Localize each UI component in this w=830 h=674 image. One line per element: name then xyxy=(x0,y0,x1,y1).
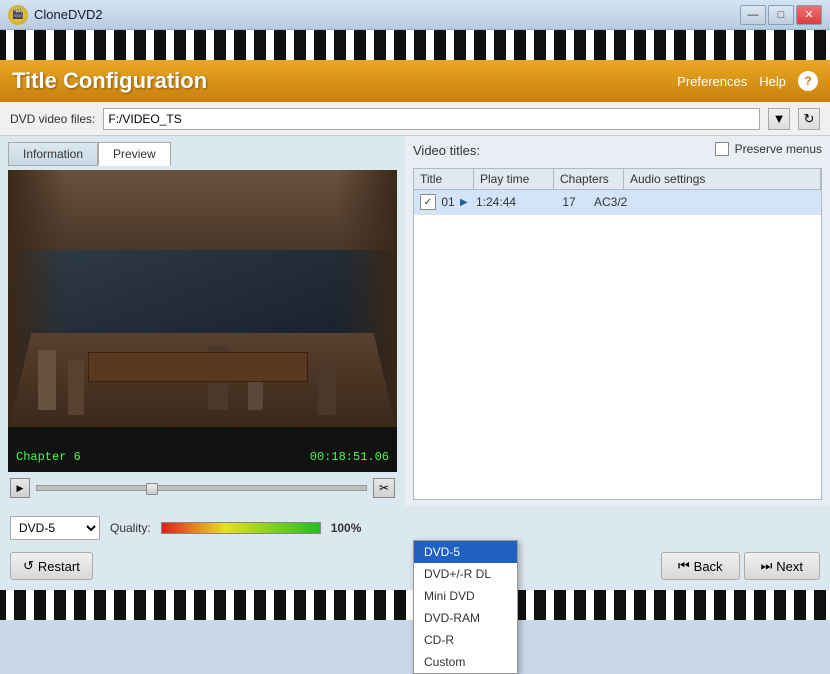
restart-button[interactable]: ↺ Restart xyxy=(10,552,93,580)
filepath-label: DVD video files: xyxy=(10,112,95,126)
video-frame: Chapter 6 00:18:51.06 xyxy=(8,170,397,472)
tab-information[interactable]: Information xyxy=(8,142,98,166)
chapter-overlay: Chapter 6 xyxy=(16,450,81,464)
main-content: Information Preview Chapter 6 xyxy=(0,136,830,506)
title-number: 01 xyxy=(436,195,460,209)
filepath-input[interactable] xyxy=(103,108,760,130)
video-titles-label: Video titles: xyxy=(413,143,480,158)
video-area: Chapter 6 00:18:51.06 xyxy=(8,170,397,472)
title-checkbox[interactable]: ✓ xyxy=(420,194,436,210)
dropdown-item-custom[interactable]: Custom xyxy=(414,651,517,673)
title-chapters: 17 xyxy=(544,195,594,209)
filepath-refresh-button[interactable]: ↻ xyxy=(798,108,820,130)
title-bar-controls: — □ ✕ xyxy=(740,5,822,25)
help-button[interactable]: ? xyxy=(798,71,818,91)
minimize-button[interactable]: — xyxy=(740,5,766,25)
header-menu: Preferences Help ? xyxy=(677,71,818,91)
window-title: CloneDVD2 xyxy=(34,7,103,22)
quality-bar xyxy=(161,522,321,534)
left-panel: Information Preview Chapter 6 xyxy=(0,136,405,506)
next-button[interactable]: ⏭ Next xyxy=(744,552,820,580)
dropdown-item-dvd5[interactable]: DVD-5 xyxy=(414,541,517,563)
title-playtime: 1:24:44 xyxy=(476,195,544,209)
dropdown-item-dvdrl[interactable]: DVD+/-R DL xyxy=(414,563,517,585)
title-bar-left: 🎬 CloneDVD2 xyxy=(8,5,103,25)
col-audio: Audio settings xyxy=(624,169,821,189)
back-icon: ⏮ xyxy=(678,558,690,574)
output-format-select[interactable]: DVD-5 DVD+/-R DL Mini DVD DVD-RAM CD-R C… xyxy=(10,516,100,540)
back-label: Back xyxy=(694,559,723,574)
col-chapters: Chapters xyxy=(554,169,624,189)
next-icon: ⏭ xyxy=(761,558,773,574)
help-menu-item[interactable]: Help xyxy=(759,74,786,89)
table-row[interactable]: ✓ 01 ▶ 1:24:44 17 AC3/2 xyxy=(414,190,821,215)
header-bar: Title Configuration Preferences Help ? xyxy=(0,60,830,102)
right-panel: Video titles: Preserve menus Title Play … xyxy=(405,136,830,506)
filmstrip-holes-top xyxy=(0,30,830,60)
maximize-button[interactable]: □ xyxy=(768,5,794,25)
close-button[interactable]: ✕ xyxy=(796,5,822,25)
titles-table: ✓ 01 ▶ 1:24:44 17 AC3/2 xyxy=(413,189,822,500)
preferences-menu-item[interactable]: Preferences xyxy=(677,74,747,89)
preserve-menus-row: Preserve menus xyxy=(715,142,822,156)
title-bar: 🎬 CloneDVD2 — □ ✕ xyxy=(0,0,830,30)
quality-percentage: 100% xyxy=(331,521,362,535)
page-title: Title Configuration xyxy=(12,68,207,94)
title-play-icon[interactable]: ▶ xyxy=(460,197,476,208)
time-overlay: 00:18:51.06 xyxy=(310,450,389,464)
play-button[interactable]: ▶ xyxy=(10,478,30,498)
app-icon: 🎬 xyxy=(8,5,28,25)
seek-bar[interactable] xyxy=(36,485,367,491)
dropdown-item-dvdram[interactable]: DVD-RAM xyxy=(414,607,517,629)
title-audio: AC3/2 xyxy=(594,195,815,209)
seek-thumb[interactable] xyxy=(146,483,158,495)
col-title: Title xyxy=(414,169,474,189)
restart-label: Restart xyxy=(38,559,80,574)
back-button[interactable]: ⏮ Back xyxy=(661,552,740,580)
filepath-row: DVD video files: ▼ ↻ xyxy=(0,102,830,136)
scene-table xyxy=(88,352,308,382)
scissors-button[interactable]: ✂ xyxy=(373,478,395,498)
filepath-dropdown-button[interactable]: ▼ xyxy=(768,108,790,130)
restart-icon: ↺ xyxy=(23,558,34,574)
playback-controls: ▶ ✂ xyxy=(8,472,397,500)
preserve-menus-label: Preserve menus xyxy=(735,142,822,156)
dropdown-item-cdr[interactable]: CD-R xyxy=(414,629,517,651)
scene-figure-1 xyxy=(38,350,56,410)
tabs: Information Preview xyxy=(8,142,397,166)
scene-figure-5 xyxy=(318,365,336,415)
next-label: Next xyxy=(776,559,803,574)
titles-table-header: Title Play time Chapters Audio settings xyxy=(413,168,822,189)
dropdown-item-minidvd[interactable]: Mini DVD xyxy=(414,585,517,607)
col-playtime: Play time xyxy=(474,169,554,189)
quality-label: Quality: xyxy=(110,521,151,535)
navigation-buttons: ⏮ Back ⏭ Next xyxy=(661,552,820,580)
scene-figure-2 xyxy=(68,360,84,415)
tab-preview[interactable]: Preview xyxy=(98,142,171,166)
format-dropdown-menu: DVD-5 DVD+/-R DL Mini DVD DVD-RAM CD-R C… xyxy=(413,540,518,674)
filmstrip-top xyxy=(0,30,830,60)
preserve-menus-checkbox[interactable] xyxy=(715,142,729,156)
scene-floor xyxy=(8,333,397,432)
